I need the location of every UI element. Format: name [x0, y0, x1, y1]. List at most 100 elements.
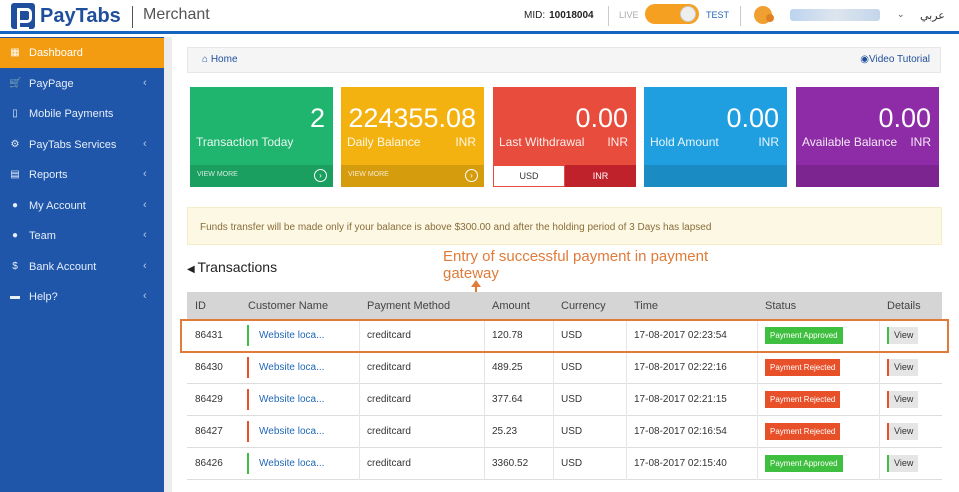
team-icon: ● — [11, 230, 19, 241]
view-more-link[interactable]: VIEW MORE › — [190, 165, 333, 187]
cell-divider — [626, 416, 627, 448]
chart-icon: ▤ — [10, 169, 20, 180]
status-badge: Payment Rejected — [765, 359, 841, 376]
sidebar-item-mobile-payments[interactable]: ▯ Mobile Payments — [0, 99, 164, 129]
chevron-left-icon: ‹ — [143, 259, 147, 272]
cell-divider — [626, 448, 627, 480]
customer-link[interactable]: Website loca... — [259, 362, 324, 373]
divider — [608, 6, 609, 26]
sidebar-item-paytabs-services[interactable]: ⚙ PayTabs Services ‹ — [0, 130, 164, 160]
stat-label: Last Withdrawal — [499, 135, 585, 149]
stat-card: 224355.08 Daily Balance INR VIEW MORE › — [341, 87, 484, 187]
table-row: 86430 Website loca... creditcard 489.25 USD 1… — [187, 352, 942, 384]
mode-live-label: LIVE — [619, 10, 639, 20]
currency-usd-button[interactable]: USD — [493, 165, 565, 187]
status-badge: Payment Rejected — [765, 423, 841, 440]
customer-link[interactable]: Website loca... — [259, 426, 324, 437]
logo-divider — [132, 6, 133, 28]
stat-value: 2 — [309, 103, 325, 133]
sidebar-item-reports[interactable]: ▤ Reports ‹ — [0, 160, 164, 190]
brand-name: PayTabs — [40, 5, 121, 27]
stat-label: Daily Balance — [347, 135, 421, 149]
view-button[interactable]: View — [887, 455, 919, 472]
column-header: Customer Name — [248, 300, 329, 312]
currency-inr-button[interactable]: INR — [565, 165, 636, 187]
view-more-label: VIEW MORE — [348, 171, 389, 178]
notification-badge — [766, 14, 774, 22]
cell-divider — [757, 448, 758, 480]
annotation-text: Entry of successful payment in payment g… — [443, 248, 709, 282]
breadcrumb-home[interactable]: ⌂ Home — [202, 54, 238, 65]
mid-value: 10018004 — [549, 10, 594, 21]
view-more-link[interactable]: VIEW MORE › — [341, 165, 484, 187]
video-tutorial-label: Video Tutorial — [869, 54, 930, 65]
txn-id: 86430 — [195, 362, 223, 373]
column-header: Amount — [492, 300, 530, 312]
column-header: Currency — [561, 300, 606, 312]
cell-divider — [484, 352, 485, 384]
table-row: 86431 Website loca... creditcard 120.78 USD 1… — [187, 320, 942, 352]
dollar-icon: $ — [12, 260, 18, 272]
stat-card: 0.00 Available Balance INR — [796, 87, 939, 187]
chevron-left-icon: ‹ — [143, 137, 147, 150]
sidebar-item-bank-account[interactable]: $ Bank Account ‹ — [0, 252, 164, 282]
payment-method: creditcard — [367, 330, 411, 341]
stat-value: 0.00 — [878, 103, 931, 133]
chevron-left-icon: ‹ — [143, 198, 147, 211]
customer-link[interactable]: Website loca... — [259, 394, 324, 405]
table-header: ID Customer Name Payment Method Amount Curre… — [187, 292, 942, 320]
live-test-toggle[interactable] — [645, 4, 699, 24]
view-button[interactable]: View — [887, 327, 919, 344]
cell-divider — [757, 416, 758, 448]
chevron-left-icon: ‹ — [143, 168, 147, 180]
view-more-label: VIEW MORE — [197, 171, 238, 178]
status-indicator — [247, 389, 249, 410]
sidebar-item-paypage[interactable]: 🛒 PayPage ‹ — [0, 69, 164, 99]
arrow-right-icon: › — [465, 169, 478, 182]
mid-label: MID: — [524, 10, 546, 21]
status-indicator — [247, 453, 249, 474]
customer-link[interactable]: Website loca... — [259, 458, 324, 469]
time: 17-08-2017 02:22:16 — [634, 362, 727, 373]
status-badge: Payment Approved — [765, 455, 843, 472]
txn-id: 86427 — [195, 426, 223, 437]
customer-link[interactable]: Website loca... — [259, 330, 324, 341]
sidebar-item-label: Mobile Payments — [29, 108, 114, 120]
stat-card: 2 Transaction Today VIEW MORE › — [190, 87, 333, 187]
sidebar-item-dashboard[interactable]: ▦ Dashboard — [0, 38, 164, 68]
sidebar-item-my-account[interactable]: ● My Account ‹ — [0, 191, 164, 221]
view-button[interactable]: View — [887, 391, 919, 408]
cell-divider — [553, 352, 554, 384]
dashboard-icon: ▦ — [10, 47, 20, 58]
cell-divider — [553, 448, 554, 480]
brand-subtitle: Merchant — [143, 6, 210, 23]
cell-divider — [757, 384, 758, 416]
txn-id: 86429 — [195, 394, 223, 405]
language-switch[interactable]: عربي — [920, 9, 945, 22]
sidebar-item-label: PayTabs Services — [29, 138, 117, 151]
sidebar-item-help[interactable]: ▬ Help? ‹ — [0, 282, 164, 312]
currency: USD — [561, 362, 583, 373]
sidebar-item-label: Dashboard — [29, 47, 83, 59]
video-tutorial-link[interactable]: ◉Video Tutorial — [860, 54, 930, 65]
arrow-right-icon: › — [314, 169, 327, 182]
view-button[interactable]: View — [887, 359, 919, 376]
stat-label: Transaction Today — [196, 135, 294, 149]
sidebar-item-label: Help? — [29, 291, 58, 303]
sidebar-item-team[interactable]: ● Team ‹ — [0, 221, 164, 251]
cell-divider — [879, 448, 880, 480]
time: 17-08-2017 02:16:54 — [634, 426, 727, 437]
view-button[interactable]: View — [887, 423, 919, 440]
column-header: Time — [634, 300, 659, 312]
user-name-blurred[interactable] — [790, 9, 880, 21]
gear-icon: ⚙ — [10, 138, 20, 150]
currency: USD — [561, 394, 583, 405]
column-header: ID — [195, 300, 206, 312]
sidebar-item-label: Reports — [29, 169, 68, 181]
chevron-down-icon[interactable]: ⌄ — [897, 9, 905, 20]
stat-value: 0.00 — [726, 103, 779, 133]
time: 17-08-2017 02:21:15 — [634, 394, 727, 405]
cell-divider — [757, 352, 758, 384]
cell-divider — [879, 416, 880, 448]
transactions-table: ID Customer Name Payment Method Amount Curre… — [187, 292, 942, 480]
